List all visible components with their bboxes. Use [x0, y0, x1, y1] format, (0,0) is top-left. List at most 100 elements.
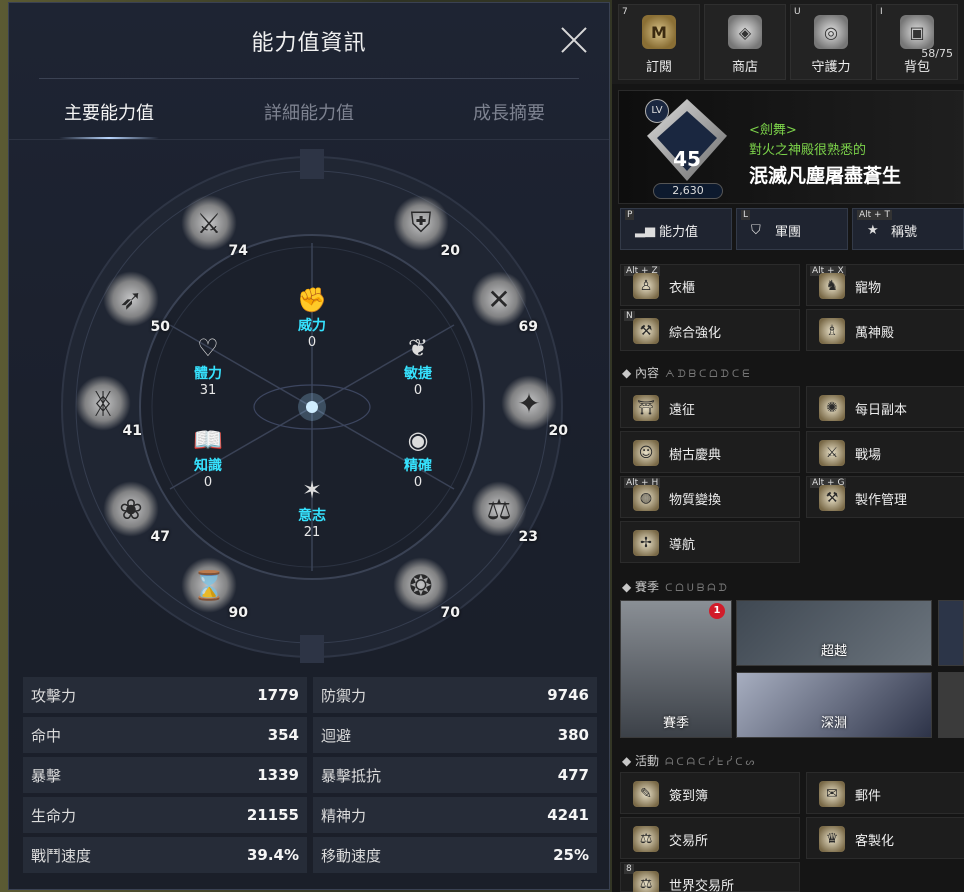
- tree-emblem-value: 47: [150, 529, 170, 545]
- button-label: 每日副本: [855, 403, 908, 418]
- abyss-card[interactable]: 深淵: [736, 672, 932, 738]
- button-label: 商店: [731, 60, 758, 75]
- stat-will[interactable]: ✶ 意志 21: [282, 475, 342, 540]
- section-title: 內容: [635, 366, 660, 380]
- button-label: 樹古慶典: [669, 448, 722, 463]
- hotkey-label: I: [880, 7, 883, 17]
- eye-icon: ◉: [407, 426, 429, 454]
- stat-table: 攻擊力 1779 防禦力 9746 命中 354 迴避 380 暴擊 1339 暴擊抵抗 4…: [23, 677, 597, 877]
- stats-button[interactable]: P ▂▅ 能力值: [620, 208, 732, 250]
- stat-agility[interactable]: ❦ 敏捷 0: [388, 333, 448, 398]
- stat-label: 暴擊: [31, 766, 62, 785]
- navigation-button[interactable]: ✢ 導航: [620, 521, 800, 563]
- tab-growth-summary[interactable]: 成長摘要: [409, 99, 609, 139]
- stat-value: 354: [267, 726, 299, 744]
- customize-button[interactable]: ♛ 客製化: [806, 817, 964, 859]
- section-deco: ᗩᑕᗩᑕᓰᖶᓰᑕᔕ: [665, 757, 758, 768]
- wardrobe-button[interactable]: Alt + Z ♙ 衣櫃: [620, 264, 800, 306]
- stat-label: 移動速度: [321, 846, 382, 865]
- globe-scales-icon: ⚖: [633, 871, 659, 892]
- character-profile: LV 45 2,630 <劍舞> 對火之神殿很熟悉的 泯滅凡塵屠盡蒼生: [618, 90, 964, 204]
- combat-power: 2,630: [653, 183, 723, 199]
- tab-main-stats[interactable]: 主要能力值: [9, 99, 209, 139]
- shop-button[interactable]: ◈ 商店: [704, 4, 786, 80]
- hourglass-emblem-stat[interactable]: ⌛ 90: [174, 553, 248, 623]
- enhance-button[interactable]: N ⚒ 綜合強化: [620, 309, 800, 351]
- stat-knowledge[interactable]: 📖 知識 0: [178, 425, 238, 490]
- subscription-button[interactable]: 7 M 訂閱: [618, 4, 700, 80]
- feather-icon: ❦: [407, 334, 429, 362]
- star-emblem-stat[interactable]: ✦ 20: [494, 371, 568, 441]
- flame-emblem-value: 70: [440, 605, 460, 621]
- stat-name: 威力: [298, 318, 326, 334]
- title-button[interactable]: Alt + T ★ 稱號: [852, 208, 964, 250]
- helmet-emblem-stat[interactable]: ⛨ 20: [386, 191, 460, 261]
- stat-name: 精確: [404, 458, 432, 474]
- crossed-blades-emblem-value: 69: [518, 319, 538, 335]
- table-row: 生命力 21155 精神力 4241: [23, 797, 597, 833]
- bow-emblem-stat[interactable]: ➶ 50: [96, 267, 170, 337]
- stat-value: 1339: [257, 766, 299, 784]
- stat-precision[interactable]: ◉ 精確 0: [388, 425, 448, 490]
- butterfly-emblem-stat[interactable]: ᛤ 41: [68, 371, 142, 441]
- stat-value: 0: [307, 335, 317, 350]
- stat-value: 31: [199, 383, 217, 398]
- stat-cell: 防禦力 9746: [313, 677, 597, 713]
- section-title: 賽季: [635, 580, 660, 594]
- mail-button[interactable]: ✉ 郵件: [806, 772, 964, 814]
- scales-emblem-stat[interactable]: ⚖ 23: [464, 477, 538, 547]
- season-card[interactable]: 1 賽季: [620, 600, 732, 738]
- guardian-icon: ◎: [814, 15, 848, 49]
- extra-card[interactable]: [938, 672, 964, 738]
- stat-stamina[interactable]: ♡ 體力 31: [178, 333, 238, 398]
- stat-label: 命中: [31, 726, 62, 745]
- sword-emblem-stat[interactable]: ⚔ 74: [174, 191, 248, 261]
- battlefield-button[interactable]: ⚔ 戰場: [806, 431, 964, 473]
- festival-button[interactable]: ☺ 樹古慶典: [620, 431, 800, 473]
- world-exchange-button[interactable]: 8 ⚖ 世界交易所: [620, 862, 800, 892]
- character-name: 泯滅凡塵屠盡蒼生: [749, 165, 902, 187]
- guardian-button[interactable]: U ◎ 守護力: [790, 4, 872, 80]
- hotkey-label: L: [741, 210, 751, 220]
- divider: [9, 139, 609, 140]
- tree-emblem-stat[interactable]: ❀ 47: [96, 477, 170, 547]
- close-icon[interactable]: [559, 25, 589, 55]
- extra-card[interactable]: [938, 600, 964, 666]
- section-deco: ᗅᗪᗷᑕᗝᗪᑕᗴ: [665, 369, 753, 380]
- inventory-button[interactable]: I ▣ 58/75 背包: [876, 4, 958, 80]
- stat-value: 21: [303, 525, 321, 540]
- gate-icon: ⛩: [633, 395, 659, 421]
- stat-value: 0: [413, 475, 423, 490]
- hotkey-label: 8: [624, 864, 634, 874]
- transcend-card[interactable]: 超越: [736, 600, 932, 666]
- inventory-icon: ▣: [900, 15, 934, 49]
- transmutation-button[interactable]: Alt + H ◍ 物質變換: [620, 476, 800, 518]
- stat-value: 1779: [257, 686, 299, 704]
- character-level: 45: [673, 147, 701, 171]
- exchange-button[interactable]: ⚖ 交易所: [620, 817, 800, 859]
- stat-cell: 生命力 21155: [23, 797, 307, 833]
- button-label: 寵物: [855, 281, 882, 296]
- stat-label: 迴避: [321, 726, 352, 745]
- button-label: 守護力: [811, 60, 851, 75]
- stat-power[interactable]: ✊ 威力 0: [282, 285, 342, 350]
- button-label: 遠征: [669, 403, 696, 418]
- daily-dungeon-button[interactable]: ✺ 每日副本: [806, 386, 964, 428]
- crossed-blades-emblem-stat[interactable]: ✕ 69: [464, 267, 538, 337]
- statue-icon: ♗: [819, 318, 845, 344]
- book-icon: 📖: [193, 426, 223, 454]
- hourglass-emblem-value: 90: [228, 605, 248, 621]
- stat-cell: 移動速度 25%: [313, 837, 597, 873]
- tab-detailed-stats[interactable]: 詳細能力值: [209, 99, 409, 139]
- crafting-button[interactable]: Alt + G ⚒ 製作管理: [806, 476, 964, 518]
- pantheon-button[interactable]: ♗ 萬神殿: [806, 309, 964, 351]
- table-row: 攻擊力 1779 防禦力 9746: [23, 677, 597, 713]
- hotkey-label: Alt + T: [857, 210, 892, 220]
- legion-button[interactable]: L ⛉ 軍團: [736, 208, 848, 250]
- mascot-icon: ☺: [633, 440, 659, 466]
- pet-button[interactable]: Alt + X ♞ 寵物: [806, 264, 964, 306]
- spark-icon: ✶: [301, 476, 323, 504]
- flame-emblem-stat[interactable]: ❂ 70: [386, 553, 460, 623]
- attendance-button[interactable]: ✎ 簽到簿: [620, 772, 800, 814]
- expedition-button[interactable]: ⛩ 遠征: [620, 386, 800, 428]
